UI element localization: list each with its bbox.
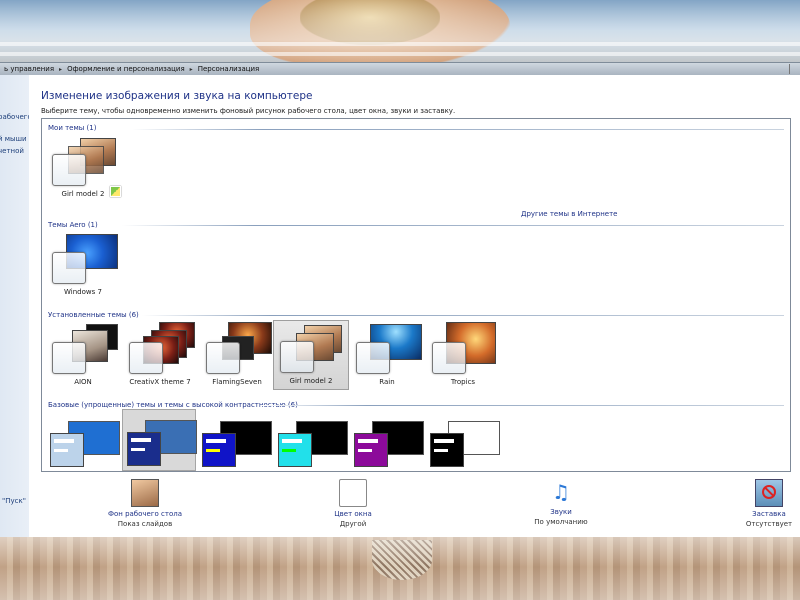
- window-glass-frame-bottom: [0, 537, 800, 600]
- theme-window-preview: [129, 342, 163, 374]
- screensaver-setting[interactable]: Заставка Отсутствует: [709, 479, 800, 528]
- navigation-pane: рабочего й мыши четной: [0, 75, 30, 537]
- theme-tile-creativx-theme-7[interactable]: CreativX theme 7: [123, 322, 197, 390]
- window-color-icon: [339, 479, 367, 507]
- window-color-label: Цвет окна: [334, 510, 372, 518]
- theme-name: CreativX theme 7: [129, 378, 191, 386]
- theme-name: Tropics: [450, 378, 476, 386]
- group-basic-themes: Базовые (упрощенные) темы и темы с высок…: [48, 401, 298, 409]
- theme-tile-windows-7-basic[interactable]: [46, 411, 120, 471]
- window-color-value: Другой: [339, 520, 367, 528]
- screensaver-icon: [755, 479, 783, 507]
- breadcrumb-control-panel[interactable]: ь управления: [0, 65, 58, 73]
- theme-tile-aion[interactable]: AION: [46, 322, 120, 390]
- group-divider: [122, 225, 784, 226]
- theme-window-preview: [278, 433, 312, 467]
- nav-link-desktop-icons[interactable]: рабочего: [0, 113, 29, 121]
- theme-window-preview: [127, 432, 161, 466]
- group-divider: [132, 129, 784, 130]
- theme-name: Girl model 2: [289, 377, 333, 385]
- sounds-setting[interactable]: ♫ Звуки По умолчанию: [501, 479, 621, 526]
- group-installed-themes: Установленные темы (6): [48, 311, 139, 319]
- theme-tile-high-contrast-2[interactable]: [274, 411, 348, 471]
- theme-tile-rain[interactable]: Rain: [350, 322, 424, 390]
- theme-name: Windows 7: [64, 288, 102, 296]
- theme-tile-windows-classic[interactable]: [122, 409, 197, 471]
- theme-tile-high-contrast-white[interactable]: [426, 411, 500, 471]
- theme-window-preview: [206, 342, 240, 374]
- sounds-value: По умолчанию: [534, 518, 588, 526]
- theme-window-preview: [202, 433, 236, 467]
- theme-window-preview: [430, 433, 464, 467]
- group-aero-themes: Темы Aero (1): [48, 221, 98, 229]
- theme-tile-my-girl-model-2[interactable]: Girl model 2: [46, 134, 121, 202]
- theme-window-preview: [356, 342, 390, 374]
- sounds-label: Звуки: [550, 508, 572, 516]
- theme-list[interactable]: Мои темы (1) Girl model 2 Другие темы в …: [41, 118, 791, 472]
- nav-link-mouse-pointers[interactable]: й мыши: [0, 135, 27, 143]
- theme-window-preview: [52, 342, 86, 374]
- frame-stripe: [0, 52, 800, 56]
- group-divider: [262, 405, 784, 406]
- theme-window-preview: [50, 433, 84, 467]
- desktop-background-value: Показ слайдов: [117, 520, 173, 528]
- group-divider: [142, 315, 784, 316]
- theme-tile-high-contrast-black[interactable]: [350, 411, 424, 471]
- theme-name: AION: [74, 378, 92, 386]
- link-more-themes-online[interactable]: Другие темы в Интернете: [521, 210, 618, 218]
- theme-window-preview: [52, 252, 86, 284]
- theme-tile-flamingseven[interactable]: FlamingSeven: [200, 322, 274, 390]
- frame-stripe: [0, 42, 800, 46]
- breadcrumb-personalization[interactable]: Персонализация: [194, 65, 264, 73]
- desktop-background-label: Фон рабочего стола: [107, 510, 183, 518]
- desktop-background-icon: [131, 479, 159, 507]
- address-bar[interactable]: ь управления ▸ Оформление и персонализац…: [0, 62, 800, 76]
- theme-tile-windows-7[interactable]: Windows 7: [46, 232, 120, 300]
- address-dropdown-button[interactable]: [789, 64, 800, 74]
- theme-name: Rain: [379, 378, 395, 386]
- theme-tile-girl-model-2[interactable]: Girl model 2: [273, 320, 349, 390]
- sounds-icon: ♫: [552, 480, 570, 504]
- theme-tile-high-contrast-1[interactable]: [198, 411, 272, 471]
- screensaver-value: Отсутствует: [745, 520, 793, 528]
- window-color-setting[interactable]: Цвет окна Другой: [293, 479, 413, 528]
- nav-link-account-picture[interactable]: четной: [0, 147, 24, 155]
- theme-name: FlamingSeven: [212, 378, 262, 386]
- desktop-background-setting[interactable]: Фон рабочего стола Показ слайдов: [85, 479, 205, 528]
- breadcrumb-appearance[interactable]: Оформление и персонализация: [63, 65, 189, 73]
- theme-name: Girl model 2: [61, 190, 105, 198]
- group-my-themes: Мои темы (1): [48, 124, 97, 132]
- theme-tile-tropics[interactable]: Tropics: [426, 322, 500, 390]
- screensaver-label: Заставка: [752, 510, 786, 518]
- personalization-main: Изменение изображения и звука на компьют…: [29, 75, 800, 537]
- nav-link-taskbar-start[interactable]: "Пуск": [2, 497, 26, 505]
- page-title: Изменение изображения и звука на компьют…: [41, 90, 313, 102]
- theme-window-preview: [354, 433, 388, 467]
- theme-window-preview: [432, 342, 466, 374]
- theme-window-preview: [52, 154, 86, 186]
- theme-window-preview: [280, 341, 314, 373]
- page-description: Выберите тему, чтобы одновременно измени…: [41, 107, 456, 115]
